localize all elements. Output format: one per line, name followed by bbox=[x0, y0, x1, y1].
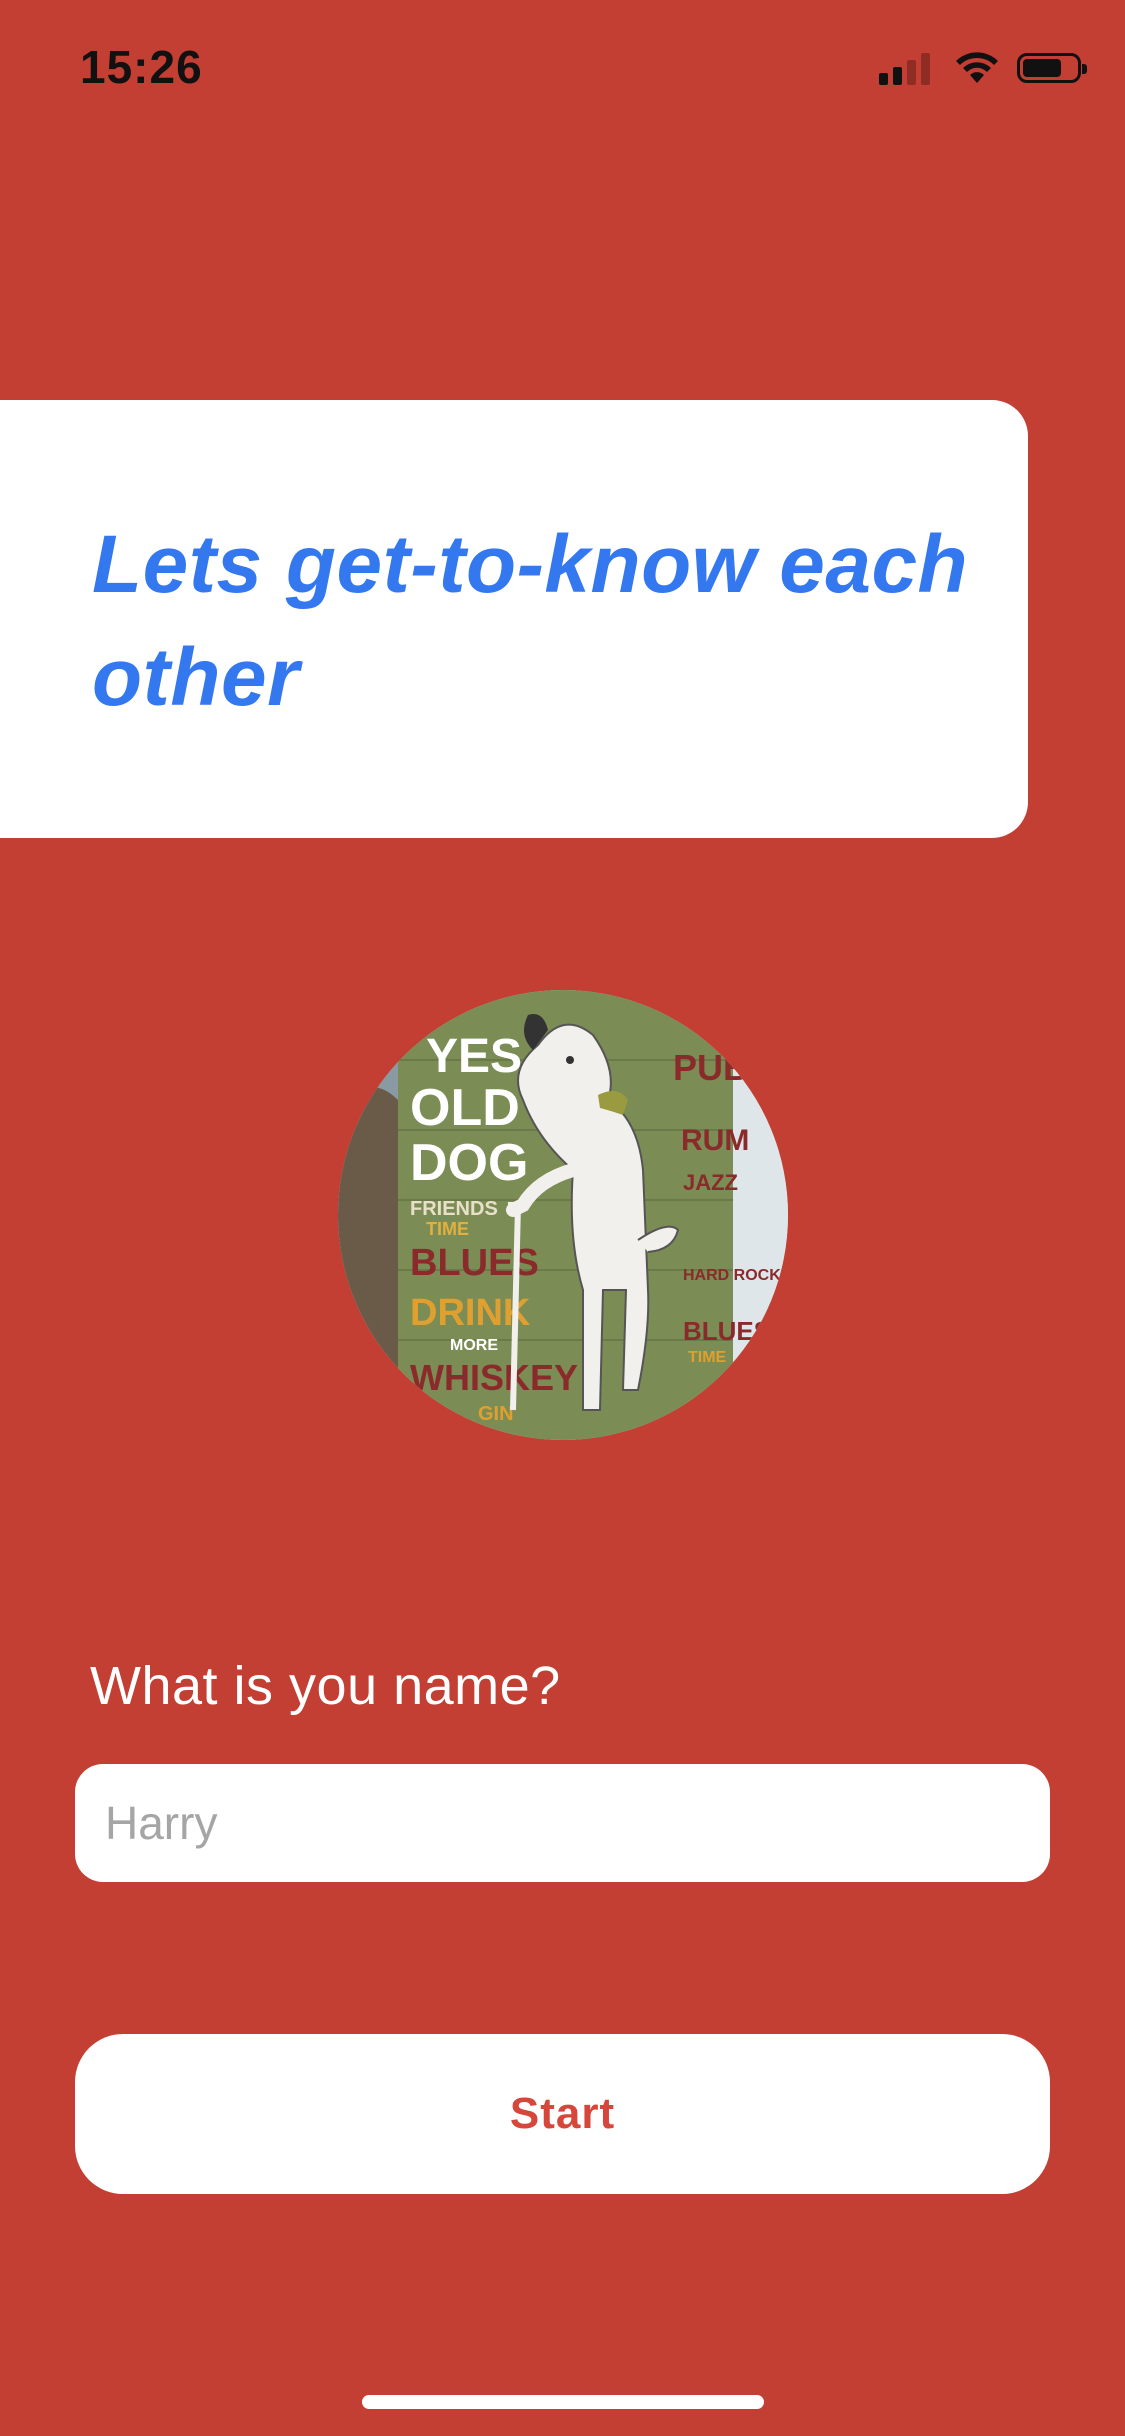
header-card: Lets get-to-know each other bbox=[0, 400, 1028, 838]
mural-text-old: OLD bbox=[410, 1079, 520, 1137]
mural-text-rum: RUM bbox=[681, 1124, 749, 1157]
wifi-icon bbox=[956, 52, 998, 83]
mural-text-jazz: JAZZ bbox=[683, 1170, 738, 1195]
mural-text-hard-rock: HARD ROCK bbox=[683, 1267, 781, 1284]
mural-text-friends: FRIENDS bbox=[410, 1198, 498, 1220]
avatar[interactable]: YES OLD DOG FRIENDS TIME BLUES DRINK MOR… bbox=[338, 990, 788, 1440]
dog-mural-image: YES OLD DOG FRIENDS TIME BLUES DRINK MOR… bbox=[338, 990, 788, 1440]
page-title: Lets get-to-know each other bbox=[92, 519, 969, 723]
battery-level bbox=[1023, 59, 1061, 77]
battery-cap bbox=[1082, 64, 1087, 74]
name-label: What is you name? bbox=[90, 1656, 561, 1716]
home-indicator[interactable] bbox=[362, 2395, 764, 2409]
battery-icon bbox=[1017, 53, 1087, 83]
mural-text-time: TIME bbox=[426, 1219, 469, 1239]
cellular-signal-icon bbox=[879, 51, 935, 85]
mural-text-more: MORE bbox=[450, 1337, 498, 1354]
mural-text-blues-right: BLUES bbox=[683, 1316, 771, 1346]
mural-text-dog: DOG bbox=[410, 1134, 528, 1192]
mural-text-time-right: TIME bbox=[688, 1349, 727, 1366]
mural-text-gin: GIN bbox=[478, 1403, 514, 1425]
mural-text-whiskey: WHISKEY bbox=[410, 1357, 578, 1398]
start-button[interactable]: Start bbox=[75, 2034, 1050, 2194]
mural-text-yes: YES bbox=[426, 1030, 522, 1083]
status-bar: 15:26 bbox=[0, 0, 1125, 140]
mural-text-pub: PUB bbox=[673, 1047, 749, 1088]
status-time: 15:26 bbox=[80, 41, 203, 93]
status-icons bbox=[879, 46, 1087, 90]
name-input[interactable] bbox=[75, 1764, 1050, 1882]
